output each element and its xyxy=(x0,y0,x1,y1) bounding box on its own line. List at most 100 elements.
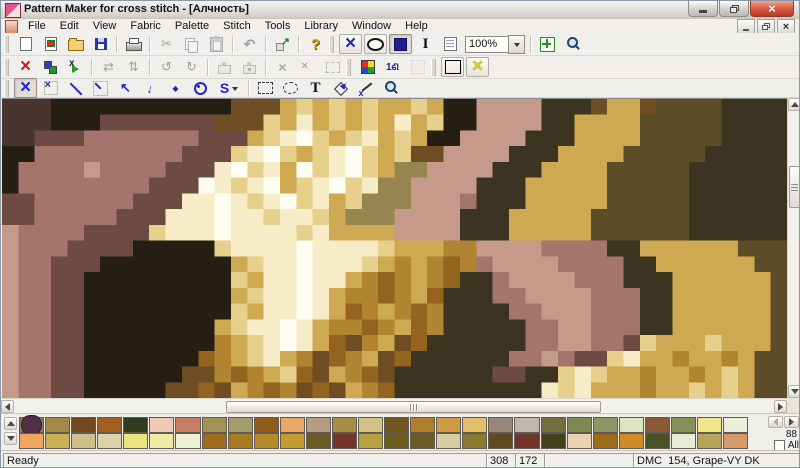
palette-swatch[interactable] xyxy=(644,417,670,433)
mdi-minimize-button[interactable] xyxy=(737,19,755,34)
palette-swatch[interactable] xyxy=(331,433,358,449)
palette-swatch[interactable] xyxy=(175,417,201,433)
toolbar-button-swap-colors[interactable] xyxy=(39,57,62,77)
palette-swatch[interactable] xyxy=(97,417,123,433)
title-bar[interactable]: Pattern Maker for cross stitch - [Алчнос… xyxy=(1,1,799,20)
vertical-scroll-thumb[interactable] xyxy=(789,166,799,208)
menu-item-help[interactable]: Help xyxy=(398,19,435,33)
toolbar-grip[interactable] xyxy=(329,35,334,53)
palette-swatch[interactable] xyxy=(358,433,384,449)
scroll-up-button[interactable] xyxy=(788,98,799,111)
menu-item-file[interactable]: File xyxy=(21,19,53,33)
toolbar-button-show-grid[interactable] xyxy=(441,57,464,77)
menu-item-library[interactable]: Library xyxy=(297,19,345,33)
toolbar-button-help[interactable] xyxy=(304,34,327,54)
palette-swatch[interactable] xyxy=(618,417,644,433)
palette-left-button[interactable] xyxy=(768,416,783,428)
palette-swatch[interactable] xyxy=(514,417,540,433)
toolbar-button-view-notes[interactable] xyxy=(439,34,462,54)
toolbar-button-zoom-tool[interactable] xyxy=(379,78,402,98)
toolbar-button-color-picker[interactable] xyxy=(354,78,377,98)
pattern-canvas[interactable] xyxy=(2,98,787,398)
menu-item-fabric[interactable]: Fabric xyxy=(123,19,168,33)
toolbar-button-straight-stitch[interactable] xyxy=(139,78,162,98)
mdi-close-button[interactable] xyxy=(777,19,795,34)
palette-up-button[interactable] xyxy=(4,417,17,430)
menu-item-palette[interactable]: Palette xyxy=(168,19,216,33)
toolbar-button-view-symbols[interactable] xyxy=(364,34,387,54)
toolbar-button-view-information[interactable] xyxy=(414,34,437,54)
toolbar-grip[interactable] xyxy=(346,58,351,76)
palette-swatch[interactable] xyxy=(45,417,71,433)
palette-swatch[interactable] xyxy=(331,417,358,433)
palette-swatch[interactable] xyxy=(723,433,749,449)
menu-item-view[interactable]: View xyxy=(86,19,124,33)
palette-swatch[interactable] xyxy=(488,433,514,449)
palette-swatch[interactable] xyxy=(384,433,410,449)
toolbar-button-new[interactable] xyxy=(14,34,37,54)
scroll-right-button[interactable] xyxy=(774,400,787,413)
palette-swatch[interactable] xyxy=(592,433,618,449)
palette-swatch[interactable] xyxy=(540,433,566,449)
toolbar-button-open[interactable] xyxy=(64,34,87,54)
palette-swatch[interactable] xyxy=(697,433,723,449)
palette-swatch[interactable] xyxy=(149,417,175,433)
palette-swatch[interactable] xyxy=(644,433,670,449)
palette-swatch[interactable] xyxy=(279,417,305,433)
palette-swatch[interactable] xyxy=(305,433,331,449)
palette-swatch[interactable] xyxy=(384,417,410,433)
mdi-restore-button[interactable] xyxy=(757,19,775,34)
toolbar-button-bead[interactable] xyxy=(189,78,212,98)
toolbar-button-fill-tool[interactable] xyxy=(329,78,352,98)
palette-swatch[interactable] xyxy=(436,417,462,433)
palette-swatch[interactable] xyxy=(723,417,749,433)
menu-item-edit[interactable]: Edit xyxy=(53,19,86,33)
palette-swatch[interactable] xyxy=(123,417,149,433)
palette-swatch[interactable] xyxy=(149,433,175,449)
toolbar-button-view-full-stitches[interactable] xyxy=(339,34,362,54)
toolbar-button-view-solid[interactable] xyxy=(389,34,412,54)
palette-swatch[interactable] xyxy=(540,417,566,433)
palette-swatch[interactable] xyxy=(201,433,227,449)
palette-down-button[interactable] xyxy=(4,432,17,445)
palette-swatch[interactable] xyxy=(436,433,462,449)
palette-swatch[interactable] xyxy=(253,433,279,449)
scroll-down-button[interactable] xyxy=(788,385,799,398)
palette-swatch[interactable] xyxy=(566,433,592,449)
palette-swatch[interactable] xyxy=(488,417,514,433)
palette-swatch[interactable] xyxy=(410,433,436,449)
horizontal-scroll-thumb[interactable] xyxy=(226,401,601,413)
zoom-dropdown-button[interactable] xyxy=(508,34,525,54)
toolbar-button-french-knot[interactable] xyxy=(164,78,187,98)
palette-swatch[interactable] xyxy=(566,417,592,433)
palette-swatch[interactable] xyxy=(358,417,384,433)
vertical-scrollbar[interactable] xyxy=(787,98,799,398)
zoom-level-value[interactable]: 100% xyxy=(465,35,508,53)
menu-item-window[interactable]: Window xyxy=(345,19,398,33)
toolbar-button-select-freehand[interactable] xyxy=(279,78,302,98)
toolbar-button-new-from-image[interactable] xyxy=(39,34,62,54)
palette-swatch[interactable] xyxy=(175,433,201,449)
toolbar-button-half-stitch[interactable] xyxy=(64,78,87,98)
scroll-left-button[interactable] xyxy=(1,400,14,413)
toolbar-button-back-stitch[interactable] xyxy=(114,78,137,98)
palette-swatch[interactable] xyxy=(227,417,253,433)
toolbar-button-select-rectangle[interactable] xyxy=(254,78,277,98)
toolbar-button-palette-colors[interactable] xyxy=(356,57,379,77)
toolbar-grip[interactable] xyxy=(4,58,9,76)
menu-item-tools[interactable]: Tools xyxy=(258,19,298,33)
toolbar-button-quarter-stitch[interactable] xyxy=(89,78,112,98)
palette-swatch[interactable] xyxy=(462,417,488,433)
toolbar-button-delete-stitches[interactable] xyxy=(14,57,37,77)
toolbar-button-zoom-previous[interactable] xyxy=(561,34,584,54)
horizontal-scrollbar[interactable] xyxy=(1,398,787,413)
toolbar-button-save[interactable] xyxy=(89,34,112,54)
palette-swatch[interactable] xyxy=(305,417,331,433)
palette-swatch[interactable] xyxy=(618,433,644,449)
menu-item-stitch[interactable]: Stitch xyxy=(216,19,258,33)
toolbar-button-print[interactable] xyxy=(122,34,145,54)
toolbar-button-fit-to-window[interactable] xyxy=(536,34,559,54)
restore-button[interactable] xyxy=(719,1,749,17)
close-button[interactable] xyxy=(750,1,794,17)
toolbar-button-export[interactable] xyxy=(271,34,294,54)
